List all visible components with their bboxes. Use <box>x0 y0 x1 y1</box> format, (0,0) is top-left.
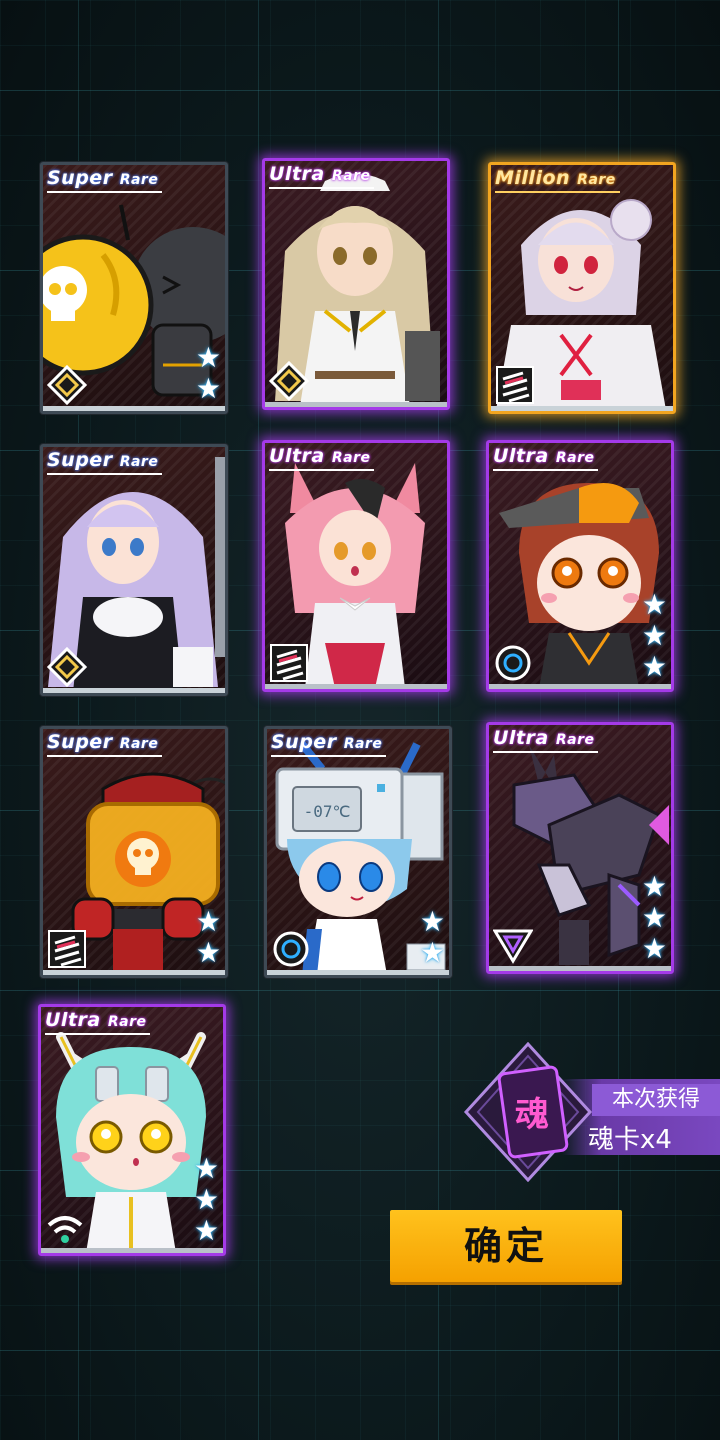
star-icon: ★ <box>641 870 667 903</box>
star-icon: ★ <box>641 588 667 621</box>
rarity-label: Super Rare <box>47 731 163 757</box>
reward-count: 魂卡x4 <box>588 1125 672 1155</box>
star-icon: ★ <box>419 905 445 938</box>
star-icon: ★ <box>193 1152 219 1185</box>
star-icon: ★ <box>195 905 221 938</box>
star-rating: ★ ★ <box>196 907 221 967</box>
card-6[interactable]: Ultra Rare ★ ★ ★ <box>486 440 674 692</box>
rarity-label: Super Rare <box>47 167 163 193</box>
star-icon: ★ <box>195 936 221 969</box>
rarity-label: Ultra Rare <box>269 445 375 471</box>
diamond-class-icon <box>47 365 87 405</box>
reward-label: 本次获得 <box>592 1084 720 1116</box>
rarity-label: Super Rare <box>271 731 387 757</box>
card-8[interactable]: -07℃ Super Rare ★ ★ <box>264 726 452 978</box>
card-2[interactable]: Ultra Rare <box>262 158 450 410</box>
diamond-class-icon <box>269 361 309 401</box>
star-rating: ★ ★ <box>196 343 221 403</box>
star-icon: ★ <box>193 1214 219 1247</box>
slash-class-icon <box>48 930 86 968</box>
card-10[interactable]: Ultra Rare ★ ★ ★ <box>38 1004 226 1256</box>
rarity-label: Super Rare <box>47 449 163 475</box>
slash-class-icon <box>270 644 308 682</box>
card-5[interactable]: Ultra Rare <box>262 440 450 692</box>
star-icon: ★ <box>641 932 667 965</box>
triangle-class-icon <box>493 929 533 964</box>
rarity-label: Million Rare <box>495 167 620 193</box>
circle-class-icon <box>495 645 531 681</box>
card-1[interactable]: Super Rare ★ ★ <box>40 162 228 414</box>
card-7[interactable]: Super Rare ★ ★ <box>40 726 228 978</box>
slash-class-icon <box>496 366 534 404</box>
rarity-label: Ultra Rare <box>493 445 599 471</box>
reward-summary: 本次获得 魂卡x4 魂 <box>462 1042 720 1182</box>
soul-card-icon: 魂 <box>463 1042 593 1182</box>
star-icon: ★ <box>195 372 221 405</box>
star-icon: ★ <box>419 936 445 969</box>
svg-text:魂: 魂 <box>515 1095 549 1135</box>
circle-class-icon <box>273 931 309 967</box>
wifi-class-icon <box>47 1216 83 1243</box>
rarity-label: Ultra Rare <box>45 1009 151 1035</box>
star-rating: ★ ★ ★ <box>642 590 667 681</box>
star-rating: ★ ★ ★ <box>194 1154 219 1245</box>
rarity-label: Ultra Rare <box>269 163 375 189</box>
svg-text:-07℃: -07℃ <box>304 802 351 821</box>
card-3[interactable]: Million Rare <box>488 162 676 414</box>
star-rating: ★ ★ ★ <box>642 872 667 963</box>
card-9[interactable]: Ultra Rare ★ ★ ★ <box>486 722 674 974</box>
diamond-class-icon <box>47 647 87 687</box>
star-icon: ★ <box>641 901 667 934</box>
card-4[interactable]: Super Rare <box>40 444 228 696</box>
star-icon: ★ <box>641 619 667 652</box>
star-icon: ★ <box>193 1183 219 1216</box>
star-icon: ★ <box>195 341 221 374</box>
star-icon: ★ <box>641 650 667 683</box>
rarity-label: Ultra Rare <box>493 727 599 753</box>
star-rating: ★ ★ <box>420 907 445 967</box>
confirm-button[interactable]: 确定 <box>390 1210 622 1282</box>
